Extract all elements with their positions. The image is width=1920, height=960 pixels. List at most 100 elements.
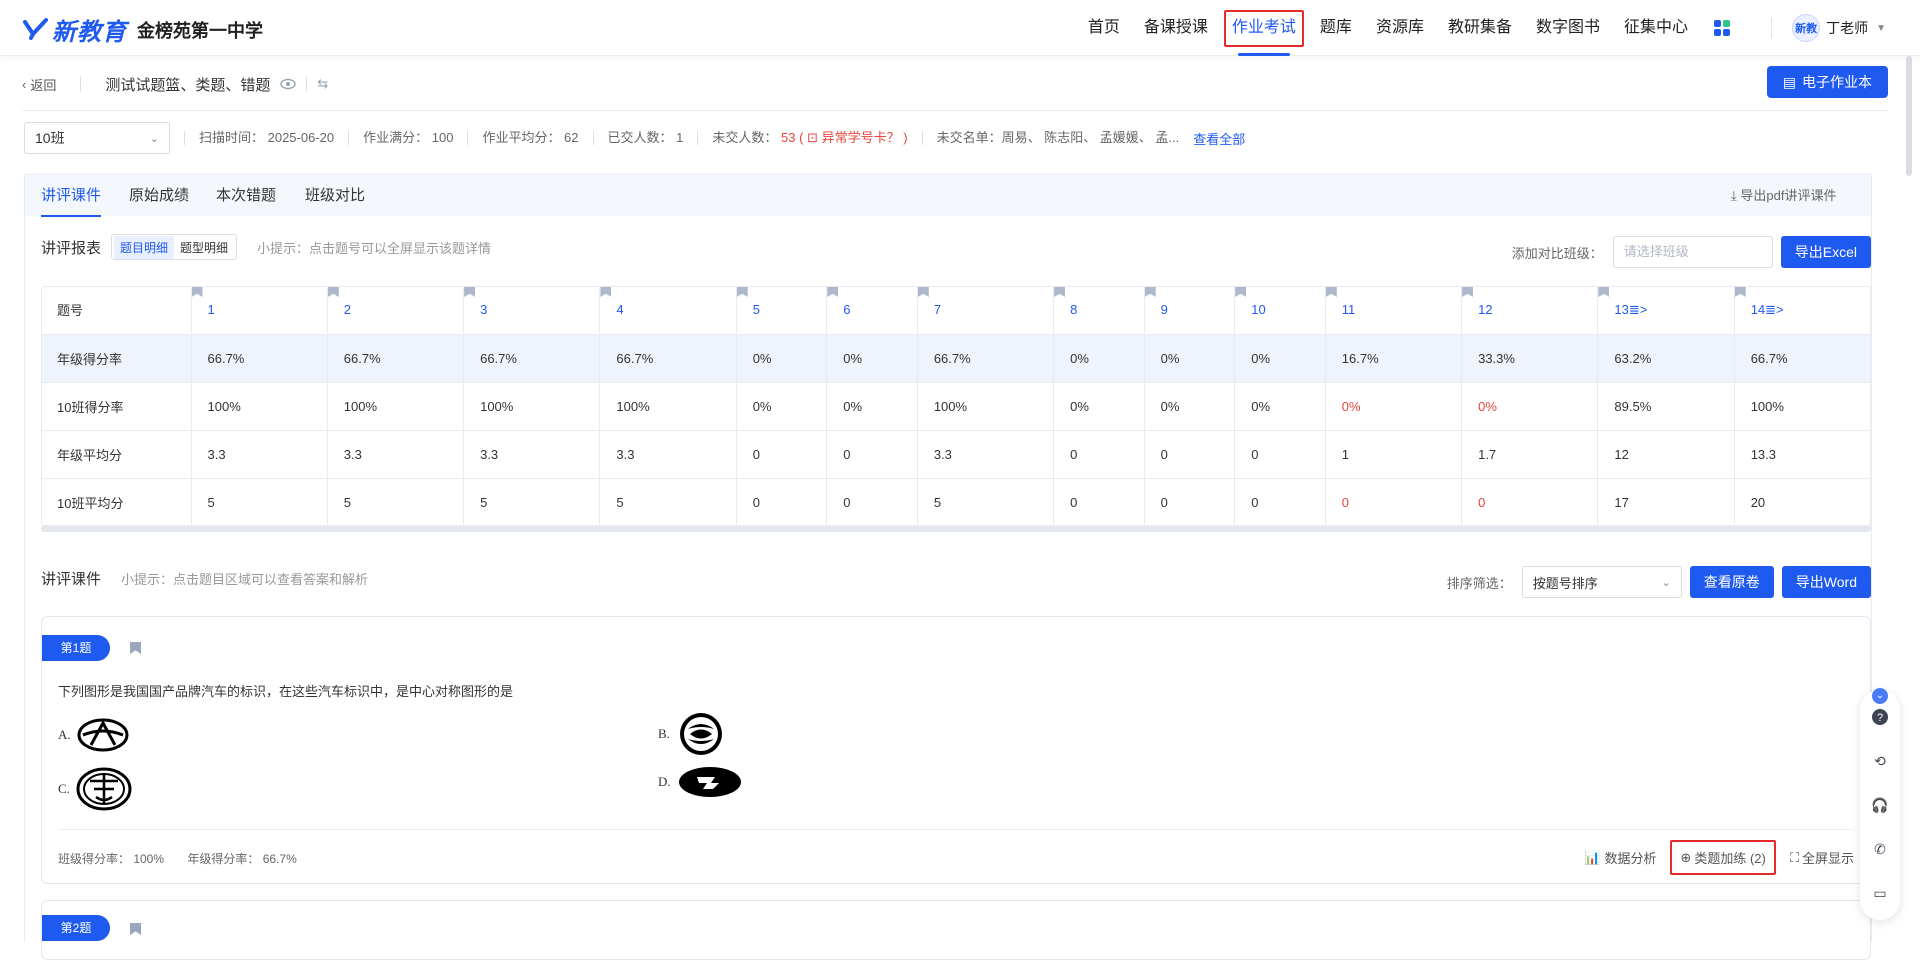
question-badge: 第2题 <box>42 915 110 941</box>
nav-collection-center[interactable]: 征集中心 <box>1624 0 1688 56</box>
vertical-scrollbar[interactable] <box>1906 56 1912 176</box>
bookmark-icon[interactable] <box>1598 286 1610 297</box>
bookmark-icon[interactable] <box>191 286 203 297</box>
bookmark-icon[interactable] <box>827 286 839 297</box>
question-number[interactable]: 2 <box>327 286 465 335</box>
option-a[interactable]: A. <box>58 717 129 753</box>
table-cell: 0 <box>1234 430 1326 479</box>
compare-class-input[interactable]: 请选择班级 <box>1612 236 1773 268</box>
table-cell: 0% <box>1144 334 1236 383</box>
question-card[interactable]: 第2题 <box>41 900 1871 960</box>
bookmark-icon[interactable] <box>1054 286 1066 297</box>
tab-lecture[interactable]: 讲评课件 <box>41 175 102 217</box>
logo[interactable]: 新教育 金榜苑第一中学 <box>22 12 263 47</box>
option-d[interactable]: D. <box>658 765 743 799</box>
back-button[interactable]: ‹ 返回 <box>22 75 56 94</box>
question-number[interactable]: 1 <box>191 286 328 335</box>
report-header: 讲评报表 题目明细 题型明细 小提示：点击题号可以全屏显示该题详情 <box>41 234 491 260</box>
table-cell: 0 <box>1234 478 1326 527</box>
tab-raw-scores[interactable]: 原始成绩 <box>129 175 189 217</box>
swap-icon[interactable]: ⇆ <box>317 76 328 92</box>
active-underline <box>1237 53 1290 56</box>
question-number[interactable]: 14≣> <box>1734 286 1872 335</box>
bookmark-icon[interactable] <box>130 923 141 935</box>
table-cell: 0% <box>1325 382 1463 431</box>
tab-wrong-questions[interactable]: 本次错题 <box>216 175 276 217</box>
bookmark-icon[interactable] <box>736 286 748 297</box>
view-original-button[interactable]: 查看原卷 <box>1689 566 1774 598</box>
abnormal-card-link[interactable]: ⊡ 异常学号卡？ <box>807 130 903 145</box>
nav-teaching-research[interactable]: 教研集备 <box>1448 0 1512 56</box>
user-menu[interactable]: 新教 丁老师 ▼ <box>1771 14 1886 42</box>
toggle-question-detail[interactable]: 题目明细 <box>114 235 175 259</box>
similar-practice-button[interactable]: ⊕ 类题加练 (2) <box>1670 840 1776 875</box>
export-word-button[interactable]: 导出Word <box>1781 566 1871 598</box>
question-number[interactable]: 11 <box>1325 286 1463 335</box>
question-number[interactable]: 4 <box>599 286 737 335</box>
export-excel-button[interactable]: 导出Excel <box>1780 236 1871 268</box>
bookmark-icon[interactable] <box>1734 286 1746 297</box>
fullscreen-icon: ⛶ <box>1789 849 1799 865</box>
bookmark-icon[interactable] <box>1235 286 1247 297</box>
nav-lesson-prep[interactable]: 备课授课 <box>1144 0 1208 56</box>
question-number[interactable]: 6 <box>826 286 918 335</box>
bookmark-icon[interactable] <box>1462 286 1474 297</box>
question-number[interactable]: 12 <box>1461 286 1599 335</box>
collapse-icon[interactable]: ⌄ <box>1872 688 1888 704</box>
card-icon[interactable]: ▭ <box>1871 884 1889 902</box>
bookmark-icon[interactable] <box>130 642 141 654</box>
paren-close: ) <box>903 130 908 145</box>
book-icon: ▤ <box>1782 73 1796 90</box>
bookmark-icon[interactable] <box>464 286 476 297</box>
nav-resources[interactable]: 资源库 <box>1376 0 1424 56</box>
bookmark-icon[interactable] <box>1325 286 1337 297</box>
table-cell: 89.5% <box>1597 382 1735 431</box>
question-number[interactable]: 5 <box>736 286 828 335</box>
export-pdf-link[interactable]: ⤓ 导出pdf讲评课件 <box>1731 175 1871 217</box>
apps-grid-icon[interactable] <box>1714 20 1730 36</box>
ebook-button[interactable]: ▤ 电子作业本 <box>1766 66 1888 98</box>
question-number[interactable]: 10 <box>1234 286 1326 335</box>
horizontal-scrollbar[interactable] <box>41 526 1871 532</box>
eye-icon[interactable] <box>280 78 297 90</box>
table-cell: 66.7% <box>191 334 328 383</box>
table-cell: 0% <box>826 382 918 431</box>
question-number[interactable]: 3 <box>463 286 601 335</box>
view-all-link[interactable]: 查看全部 <box>1193 129 1245 148</box>
option-b[interactable]: B. <box>658 711 726 757</box>
table-row: 年级得分率 66.7% 66.7% 66.7% 66.7% 0% 0% 66.7… <box>41 334 1872 383</box>
nav-question-bank[interactable]: 题库 <box>1320 0 1352 56</box>
question-number[interactable]: 13≣> <box>1597 286 1735 335</box>
phone-icon[interactable]: ✆ <box>1871 840 1889 858</box>
sort-label: 排序筛选： <box>1446 575 1512 591</box>
table-cell: 66.7% <box>463 334 601 383</box>
fullscreen-button[interactable]: ⛶ 全屏显示 <box>1790 848 1854 867</box>
divider <box>80 76 82 92</box>
help-icon[interactable]: ? <box>1871 708 1889 726</box>
bookmark-icon[interactable] <box>1144 286 1156 297</box>
bookmark-icon[interactable] <box>600 286 612 297</box>
option-c[interactable]: C. <box>58 767 132 811</box>
sort-select[interactable]: 按题号排序 ⌄ <box>1521 566 1682 598</box>
option-label: A. <box>58 727 71 742</box>
bookmark-icon[interactable] <box>917 286 929 297</box>
bookmark-icon[interactable] <box>327 286 339 297</box>
toggle-type-detail[interactable]: 题型明细 <box>174 236 234 259</box>
nav-homework-exam[interactable]: 作业考试 <box>1223 0 1304 56</box>
paren-open: ( <box>799 130 804 145</box>
question-number[interactable]: 7 <box>917 286 1055 335</box>
class-select[interactable]: 10班 ⌄ <box>24 122 170 154</box>
tab-class-compare[interactable]: 班级对比 <box>305 175 365 217</box>
question-number[interactable]: 8 <box>1053 286 1145 335</box>
lecture-hint: 小提示：点击题目区域可以查看答案和解析 <box>121 572 369 587</box>
data-analysis-button[interactable]: 📊 数据分析 <box>1584 848 1656 867</box>
similar-practice-label: 类题加练 (2) <box>1694 851 1766 866</box>
table-cell: 5 <box>599 478 737 527</box>
nav-home[interactable]: 首页 <box>1088 0 1120 56</box>
refresh-icon[interactable]: ⟲ <box>1871 752 1889 770</box>
nav-digital-books[interactable]: 数字图书 <box>1536 0 1600 56</box>
question-card[interactable]: 第1题 下列图形是我国国产品牌汽车的标识，在这些汽车标识中，是中心对称图形的是 … <box>41 616 1871 884</box>
question-number[interactable]: 9 <box>1144 286 1236 335</box>
scan-time: 扫描时间： 2025-06-20 <box>184 131 334 145</box>
headset-icon[interactable]: 🎧 <box>1871 796 1889 814</box>
